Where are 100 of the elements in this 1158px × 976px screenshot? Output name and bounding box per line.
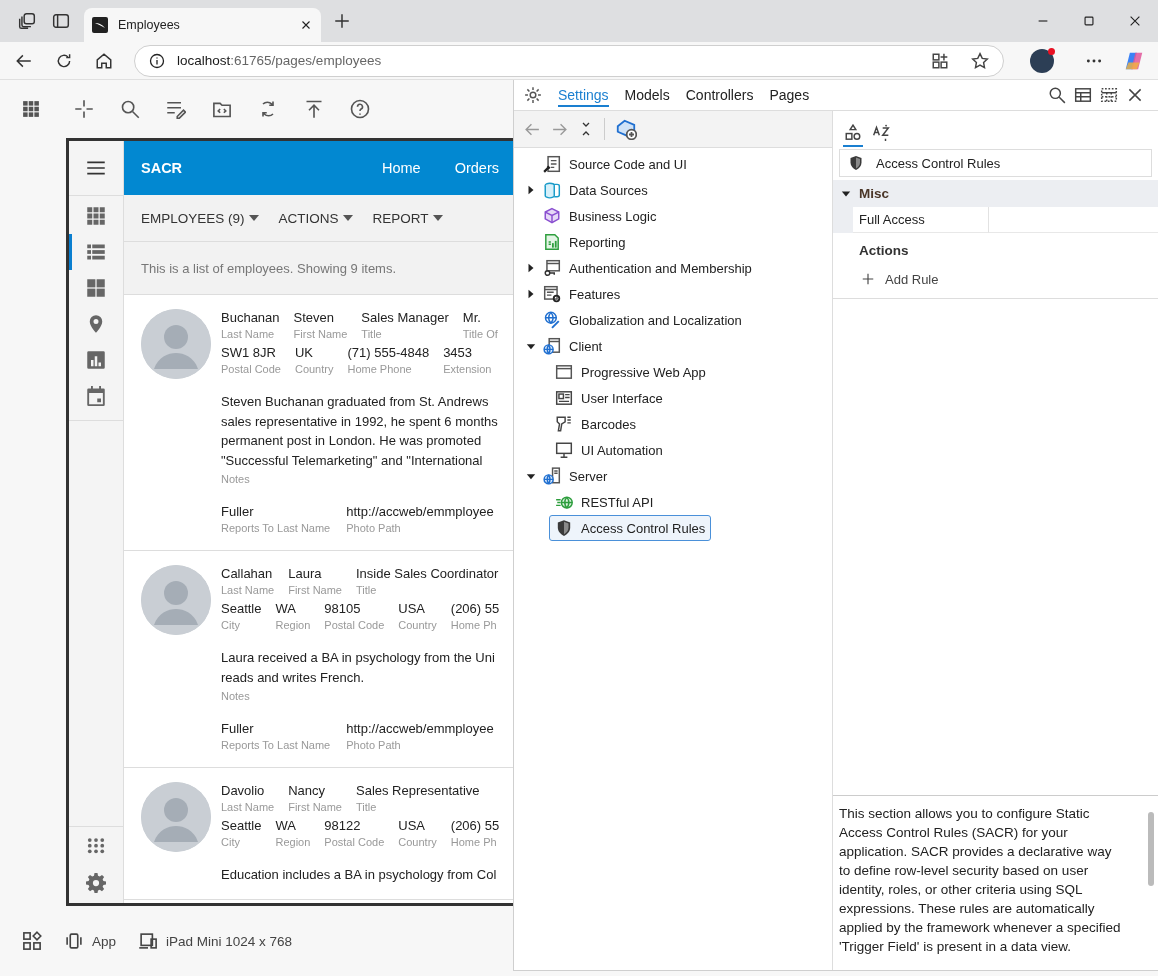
tree-item[interactable]: Server: [537, 463, 614, 489]
field-value: Fuller: [221, 720, 255, 738]
selected-object-field: Access Control Rules: [839, 149, 1152, 177]
table-icon[interactable]: [1074, 86, 1092, 104]
add-app-icon[interactable]: [931, 51, 949, 70]
tab-actions-icon[interactable]: [52, 12, 70, 30]
home-icon[interactable]: [95, 51, 113, 70]
field-value: (71) 555-4848: [347, 344, 430, 362]
notes-text: Education includes a BA in psychology from Col: [221, 866, 498, 884]
nav-link[interactable]: Orders: [454, 160, 499, 176]
address-field[interactable]: localhost:61765/pages/employees: [134, 44, 1004, 77]
field-value: USA: [398, 600, 426, 618]
nav-link[interactable]: Home: [382, 160, 421, 176]
tree-item[interactable]: Data Sources: [537, 177, 654, 203]
dropdown-menu[interactable]: REPORT: [372, 210, 443, 226]
favicon-icon: [92, 17, 108, 33]
browser-tab[interactable]: Employees: [84, 8, 321, 42]
caret-down-icon[interactable]: [526, 471, 536, 481]
info-icon: [149, 52, 165, 69]
refresh-icon[interactable]: [55, 51, 73, 70]
caret-right-icon[interactable]: [526, 263, 536, 273]
actions-heading: Actions: [859, 243, 910, 258]
dropdown-menu[interactable]: EMPLOYEES (9): [141, 210, 259, 226]
caret-down-icon: [248, 215, 259, 221]
tree-item[interactable]: Authentication and Membership: [537, 255, 758, 281]
new-tab-icon[interactable]: [333, 12, 351, 30]
field-value: 98122: [324, 817, 362, 835]
field-value: Buchanan: [221, 309, 280, 327]
apps-grid-icon[interactable]: [22, 100, 40, 118]
tree-item[interactable]: Barcodes: [549, 411, 642, 437]
shapes-icon: [844, 124, 862, 142]
close-icon[interactable]: [1126, 86, 1144, 104]
field-label: Home Ph: [450, 618, 498, 633]
shield-icon: [555, 519, 573, 537]
tree-item[interactable]: Progressive Web App: [549, 359, 712, 385]
caret-right-icon[interactable]: [526, 289, 536, 299]
field-value: 98105: [324, 600, 362, 618]
tree-item[interactable]: UI Automation: [549, 437, 669, 463]
calendar-icon: [86, 386, 106, 406]
caret-down-icon[interactable]: [526, 341, 536, 351]
dropdown-menu[interactable]: ACTIONS: [278, 210, 353, 226]
tree-item[interactable]: Client: [537, 333, 609, 359]
server-globe-icon: [543, 467, 561, 485]
categorized-view-button[interactable]: [843, 122, 863, 147]
add-model-icon[interactable]: [615, 118, 637, 140]
field-label: Last Name: [221, 583, 275, 598]
search-icon[interactable]: [1048, 86, 1066, 104]
field-label: Photo Path: [346, 738, 402, 753]
caret-right-icon[interactable]: [526, 185, 536, 195]
dashed-grid-icon[interactable]: [1100, 86, 1118, 104]
profile-avatar[interactable]: [1030, 48, 1054, 73]
tree-item[interactable]: Reporting: [537, 229, 632, 255]
globe-lines-icon: [555, 493, 573, 511]
property-value-field[interactable]: [989, 207, 1158, 233]
crosshair-icon[interactable]: [74, 99, 94, 119]
upload-icon[interactable]: [304, 99, 324, 119]
tree-item[interactable]: User Interface: [549, 385, 669, 411]
bar-chart-icon: [86, 350, 106, 370]
field-value: Seattle: [221, 817, 262, 835]
card-icon: [555, 389, 573, 407]
star-icon[interactable]: [971, 51, 989, 70]
avatar-silhouette: [141, 782, 211, 852]
caret-down-icon: [342, 215, 353, 221]
close-icon[interactable]: [1128, 14, 1142, 28]
tree-item[interactable]: Features: [537, 281, 627, 307]
workspaces-icon[interactable]: [18, 12, 36, 30]
field-label: Title Of: [462, 327, 498, 342]
search-icon[interactable]: [120, 99, 140, 119]
panel-tab[interactable]: Pages: [769, 83, 810, 107]
document-wrench-icon: [543, 155, 561, 173]
category-header[interactable]: Misc: [833, 180, 1158, 207]
help-icon[interactable]: [350, 99, 370, 119]
add-rule-link[interactable]: Add Rule: [861, 268, 1158, 290]
tree-item[interactable]: RESTful API: [549, 489, 660, 515]
field-value: http://accweb/emmployee: [346, 503, 494, 521]
grid-icon: [86, 206, 106, 226]
panel-tab[interactable]: Controllers: [685, 83, 754, 107]
field-label: Notes: [221, 689, 251, 704]
az-sort-icon: [872, 124, 890, 142]
field-label: Title: [361, 327, 383, 342]
field-label: First Name: [293, 327, 348, 342]
tree-item[interactable]: Business Logic: [537, 203, 663, 229]
field-value: WA: [275, 817, 297, 835]
field-label: Home Phone: [347, 362, 413, 377]
list-edit-icon[interactable]: [166, 99, 186, 119]
notes-text: Laura received a BA in psychology from the Uni reads and writes French.: [221, 649, 496, 687]
field-label: Reports To Last Name: [221, 521, 331, 536]
app-mode-button[interactable]: App: [64, 931, 117, 951]
panel-tab[interactable]: Settings: [558, 83, 609, 107]
tree-item[interactable]: Source Code and UI: [537, 151, 693, 177]
tree-item[interactable]: Access Control Rules: [549, 515, 712, 541]
field-value: Seattle: [221, 600, 262, 618]
tree-item[interactable]: Globalization and Localization: [537, 307, 748, 333]
description-text: This section allows you to configure Static Access Control Rules (SACR) for your application. SACR provides a declarative way to define row-level security based on user identity, roles, or other criteria using SQL expressions. These rules are automatically applied by the framework whenever a specified 'Trigger Field' is present in a data view.: [838, 805, 1122, 956]
avatar-silhouette: [141, 309, 211, 379]
panel-tab[interactable]: Models: [624, 83, 670, 107]
maximize-icon[interactable]: [1082, 14, 1096, 28]
apps-grid-icon[interactable]: [86, 835, 106, 855]
layout-icon[interactable]: [22, 931, 42, 951]
device-button[interactable]: iPad Mini 1024 x 768: [138, 931, 293, 951]
